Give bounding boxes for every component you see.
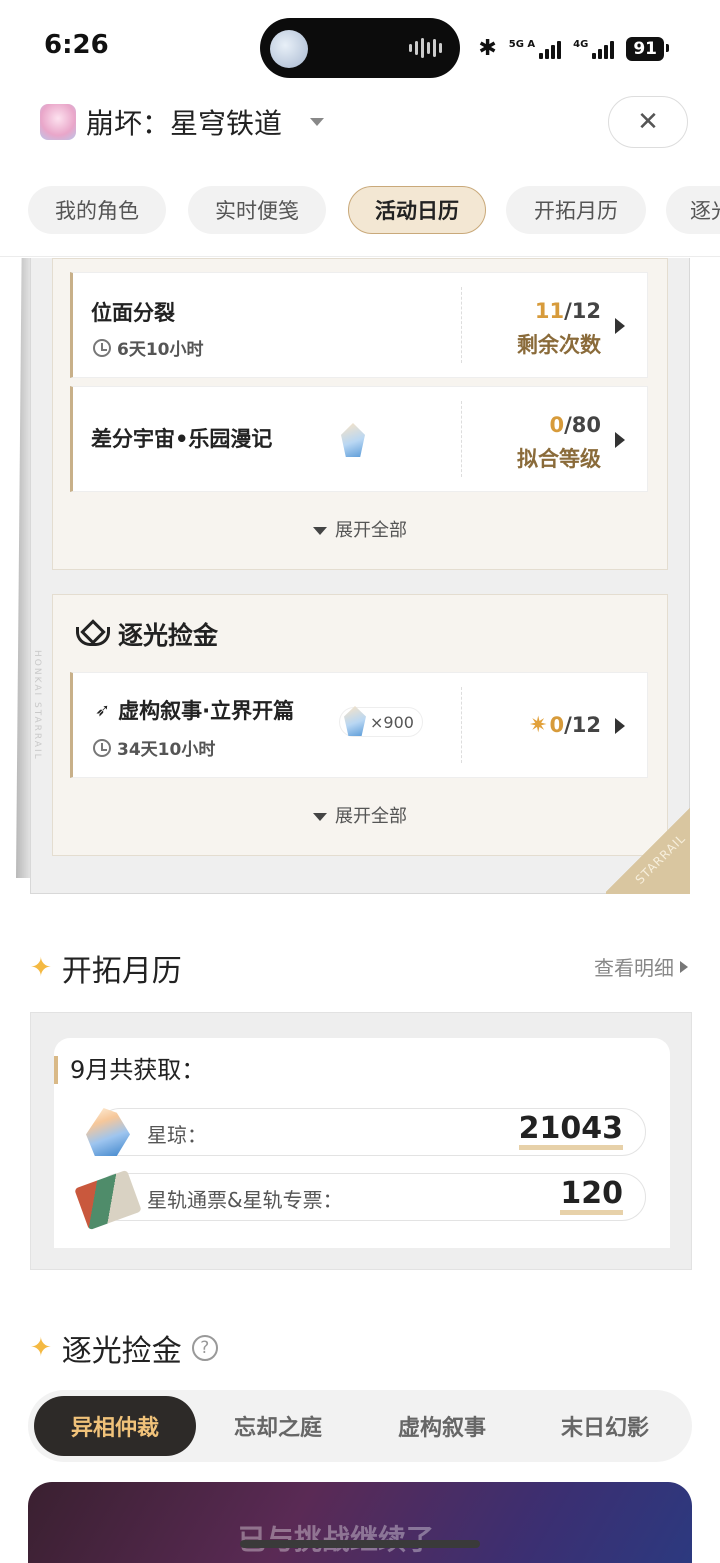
row-divider	[461, 687, 462, 763]
close-button[interactable]: ✕	[608, 96, 688, 148]
play-arrow-icon[interactable]	[615, 432, 625, 448]
status-bar: 6:26 ✱ 5G A 4G 91	[0, 0, 720, 96]
help-icon[interactable]: ?	[191, 1335, 218, 1361]
app-header: 崩坏：星穹铁道 ✕	[0, 96, 720, 156]
rail-pass-label: 星轨通票&星轨专票：	[147, 1188, 343, 1212]
close-icon: ✕	[637, 107, 659, 137]
activity-title: 位面分裂	[91, 301, 175, 325]
pursuit-section-title: 逐光捡金	[118, 621, 219, 650]
rail-pass-row: 星轨通票&星轨专票： 120	[96, 1173, 646, 1221]
stellar-jade-icon	[344, 706, 366, 736]
segment-apocalyptic-shadow[interactable]: 末日幻影	[524, 1396, 686, 1456]
now-playing-avatar-icon	[270, 30, 308, 68]
frame-corner-emblem: STARRAIL	[606, 806, 690, 894]
clock-icon	[93, 338, 111, 357]
frame-side-text: HONKAI STARRAIL	[32, 650, 42, 761]
play-arrow-icon[interactable]	[615, 718, 625, 734]
chevron-right-icon	[680, 960, 688, 973]
frame-shadow	[16, 258, 30, 878]
endgame-banner[interactable]: 已与挑战继续了	[28, 1482, 692, 1563]
game-avatar-icon[interactable]	[40, 104, 76, 140]
sparkle-icon: ✦	[30, 953, 52, 983]
header-divider	[0, 256, 720, 257]
pursuit-badge-icon	[74, 621, 110, 647]
pursuit-section-header: 逐光捡金	[74, 616, 218, 652]
sunburst-star-icon: ✷	[529, 713, 548, 738]
activity-time-text: 34天10小时	[117, 740, 216, 760]
activity-row[interactable]: 差分宇宙•乐园漫记 0/80 拟合等级	[70, 386, 648, 492]
monthly-section-header: ✦ 开拓月历	[30, 946, 182, 990]
dynamic-island[interactable]	[260, 18, 460, 78]
chevron-down-icon	[313, 527, 327, 535]
signal-5g-icon: 5G A	[509, 39, 562, 59]
home-indicator[interactable]	[240, 1540, 480, 1548]
activity-row[interactable]: 位面分裂 6天10小时 11/12 剩余次数	[70, 272, 648, 378]
activity-count-label: 剩余次数	[517, 333, 601, 357]
tab-my-characters[interactable]: 我的角色	[28, 186, 166, 234]
rail-pass-value: 120	[560, 1178, 623, 1215]
sparkle-icon: ✦	[30, 1333, 52, 1363]
segment-forgotten-hall[interactable]: 忘却之庭	[196, 1396, 360, 1456]
activity-count: 11/12	[534, 299, 601, 323]
activity-level: 0/80	[549, 413, 601, 437]
activity-time: 6天10小时	[93, 335, 204, 360]
frame-brand-text: STARRAIL	[632, 831, 689, 887]
endgame-mode-selector: 异相仲裁 忘却之庭 虚构叙事 末日幻影	[28, 1390, 692, 1462]
status-time: 6:26	[44, 30, 109, 60]
tab-activity-calendar[interactable]: 活动日历	[348, 186, 486, 234]
banner-text: 已与挑战继续了	[238, 1518, 434, 1558]
row-divider	[461, 401, 462, 477]
stellar-jade-value: 21043	[518, 1113, 623, 1150]
activity-level-label: 拟合等级	[517, 447, 601, 471]
row-divider	[461, 287, 462, 363]
activity-title: ➶ 虚构叙事·立界开篇	[95, 699, 295, 723]
tab-bar: 我的角色 实时便笺 活动日历 开拓月历 逐光	[0, 186, 720, 236]
month-summary-label: 9月共获取：	[54, 1056, 205, 1084]
activity-stars: ✷0/12	[529, 713, 601, 738]
monthly-section-title: 开拓月历	[61, 954, 182, 989]
audio-wave-icon	[409, 38, 442, 58]
stellar-jade-row: 星琼： 21043	[96, 1108, 646, 1156]
activity-row[interactable]: ➶ 虚构叙事·立界开篇 34天10小时 ×900 ✷0/12	[70, 672, 648, 778]
bluetooth-icon: ✱	[478, 36, 497, 61]
chevron-down-icon[interactable]	[310, 118, 324, 126]
play-arrow-icon[interactable]	[615, 318, 625, 334]
clock-icon	[93, 738, 111, 757]
endgame-section-title: 逐光捡金	[61, 1334, 182, 1369]
stellar-jade-icon	[341, 423, 365, 457]
segment-anomaly-arbitration[interactable]: 异相仲裁	[34, 1396, 196, 1456]
reward-chip: ×900	[339, 706, 423, 737]
tab-pursuit[interactable]: 逐光	[666, 186, 720, 234]
fiction-mode-icon: ➶	[95, 699, 111, 721]
activity-time: 34天10小时	[93, 735, 215, 760]
expand-all-button[interactable]: 展开全部	[0, 516, 720, 542]
battery-icon: 91	[626, 36, 669, 61]
chevron-down-icon	[313, 813, 327, 821]
activity-title: 差分宇宙•乐园漫记	[91, 427, 273, 451]
activity-time-text: 6天10小时	[117, 340, 204, 360]
signal-4g-icon: 4G	[573, 39, 615, 59]
segment-pure-fiction[interactable]: 虚构叙事	[360, 1396, 524, 1456]
tab-realtime-notes[interactable]: 实时便笺	[188, 186, 326, 234]
reward-amount: ×900	[370, 712, 414, 732]
stellar-jade-label: 星琼：	[147, 1123, 207, 1147]
endgame-section-header: ✦ 逐光捡金 ?	[30, 1326, 218, 1370]
view-detail-link[interactable]: 查看明细	[594, 952, 688, 981]
status-icons: ✱ 5G A 4G 91	[478, 36, 669, 61]
tab-exploration-calendar[interactable]: 开拓月历	[506, 186, 646, 234]
game-title[interactable]: 崩坏：星穹铁道	[86, 102, 282, 142]
